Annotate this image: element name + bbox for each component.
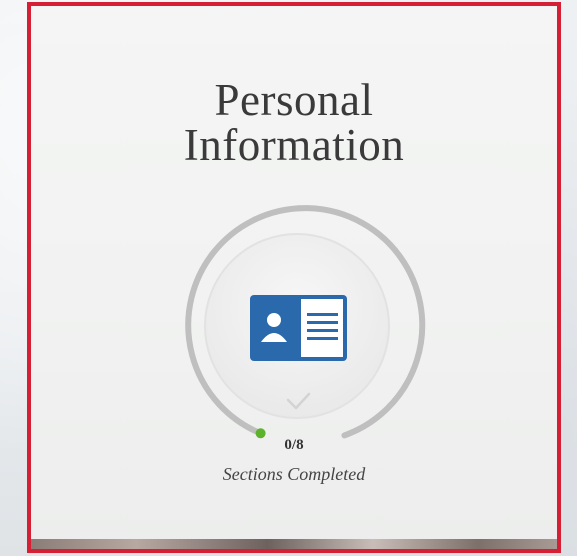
progress-caption: Sections Completed bbox=[222, 464, 366, 484]
personal-information-card[interactable]: Personal Information 0/8 Sections Comple… bbox=[27, 2, 561, 553]
card-footer-image-strip bbox=[31, 539, 557, 549]
id-card-icon bbox=[250, 295, 347, 361]
progress-count: 0/8 bbox=[284, 437, 304, 453]
